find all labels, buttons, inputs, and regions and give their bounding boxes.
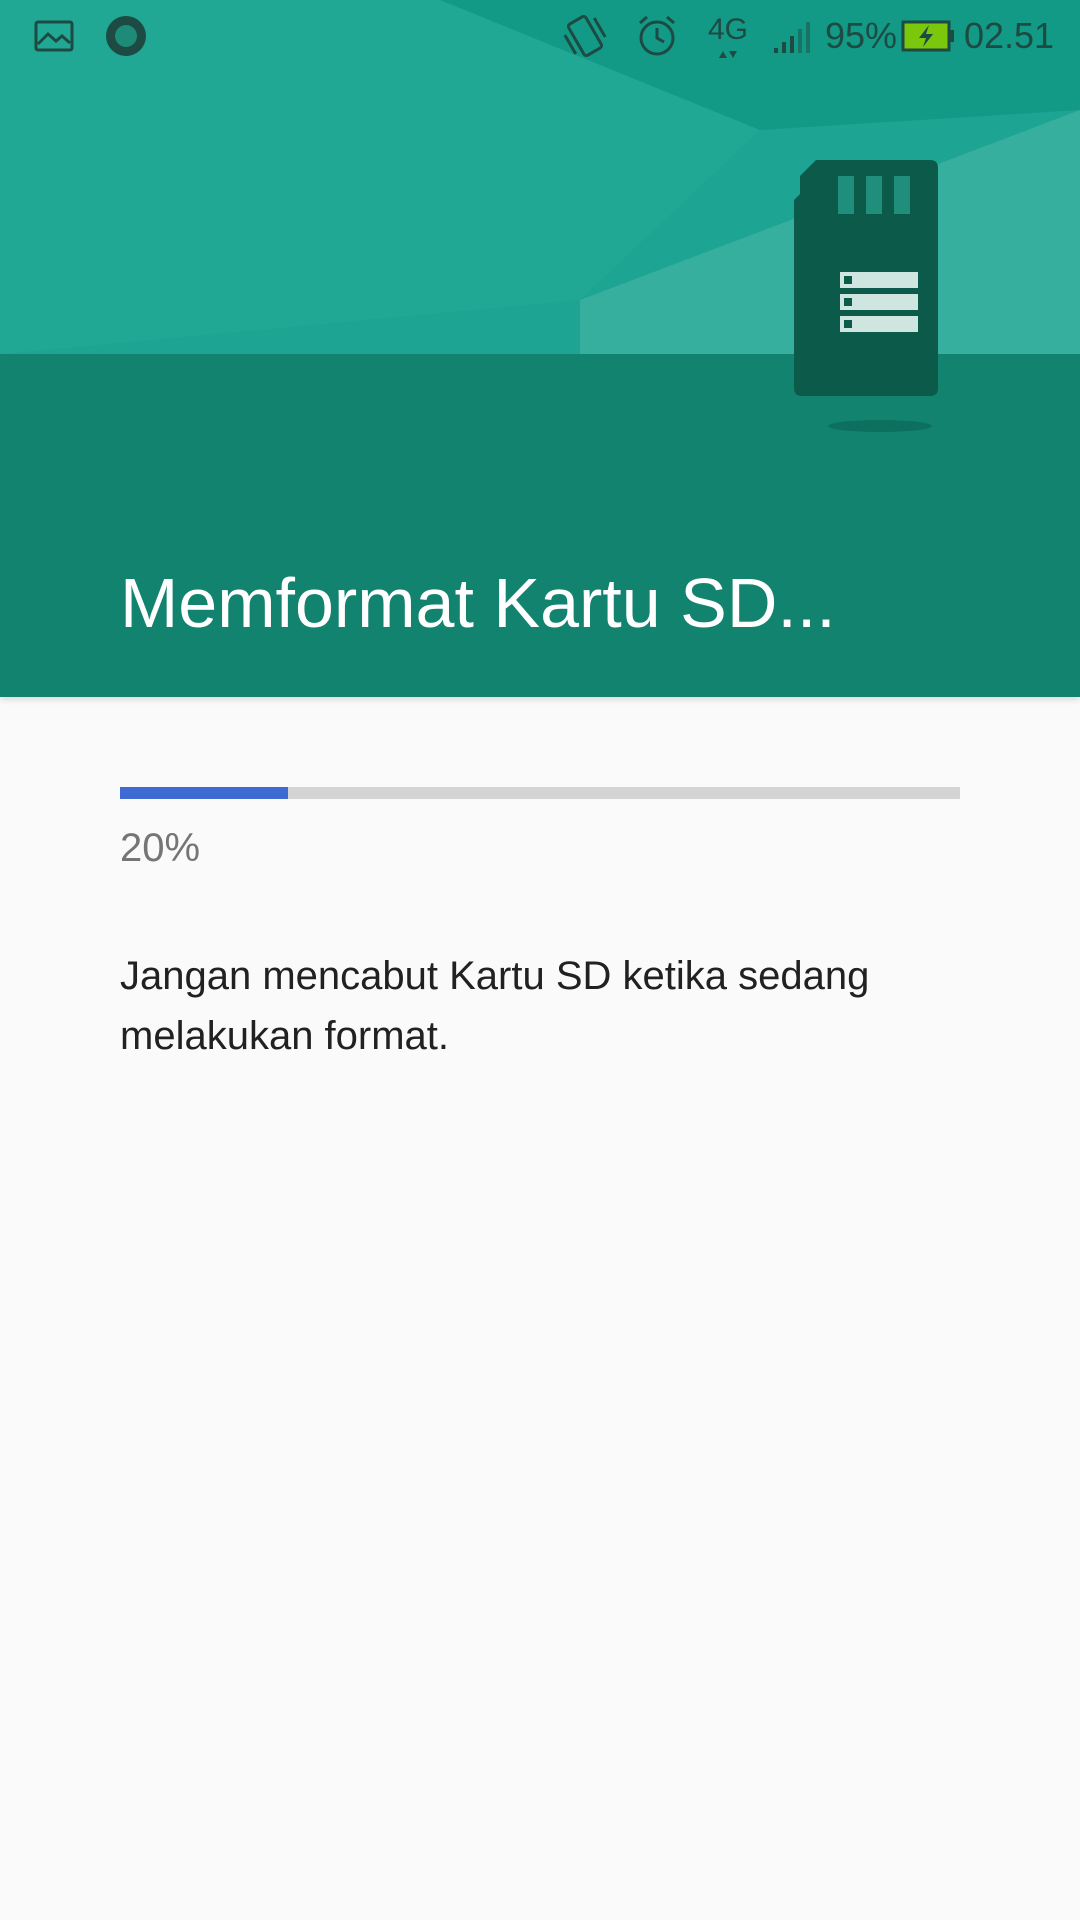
signal-icon xyxy=(770,0,818,72)
sd-card-icon xyxy=(794,160,938,432)
status-bar: 4G 95% 02.51 xyxy=(0,0,1080,72)
progress-percent-label: 20% xyxy=(120,826,201,870)
page-title: Memformat Kartu SD... xyxy=(120,564,836,642)
battery-percent: 95% xyxy=(824,15,898,56)
network-4g-icon: 4G xyxy=(700,0,756,72)
network-label: 4G xyxy=(707,13,749,46)
clock: 02.51 xyxy=(963,15,1055,56)
format-progress-bar xyxy=(120,787,960,799)
header-banner: 4G 95% 02.51 Memformat Kartu SD... xyxy=(0,0,1080,697)
format-warning-message: Jangan mencabut Kartu SD ketika sedang m… xyxy=(120,954,870,1058)
battery-charging-icon xyxy=(900,0,958,72)
gallery-notification-icon xyxy=(30,0,78,72)
alarm-icon xyxy=(632,0,682,72)
vibrate-icon xyxy=(558,0,612,72)
circle-notification-icon xyxy=(102,0,150,72)
format-progress-fill xyxy=(120,787,288,799)
